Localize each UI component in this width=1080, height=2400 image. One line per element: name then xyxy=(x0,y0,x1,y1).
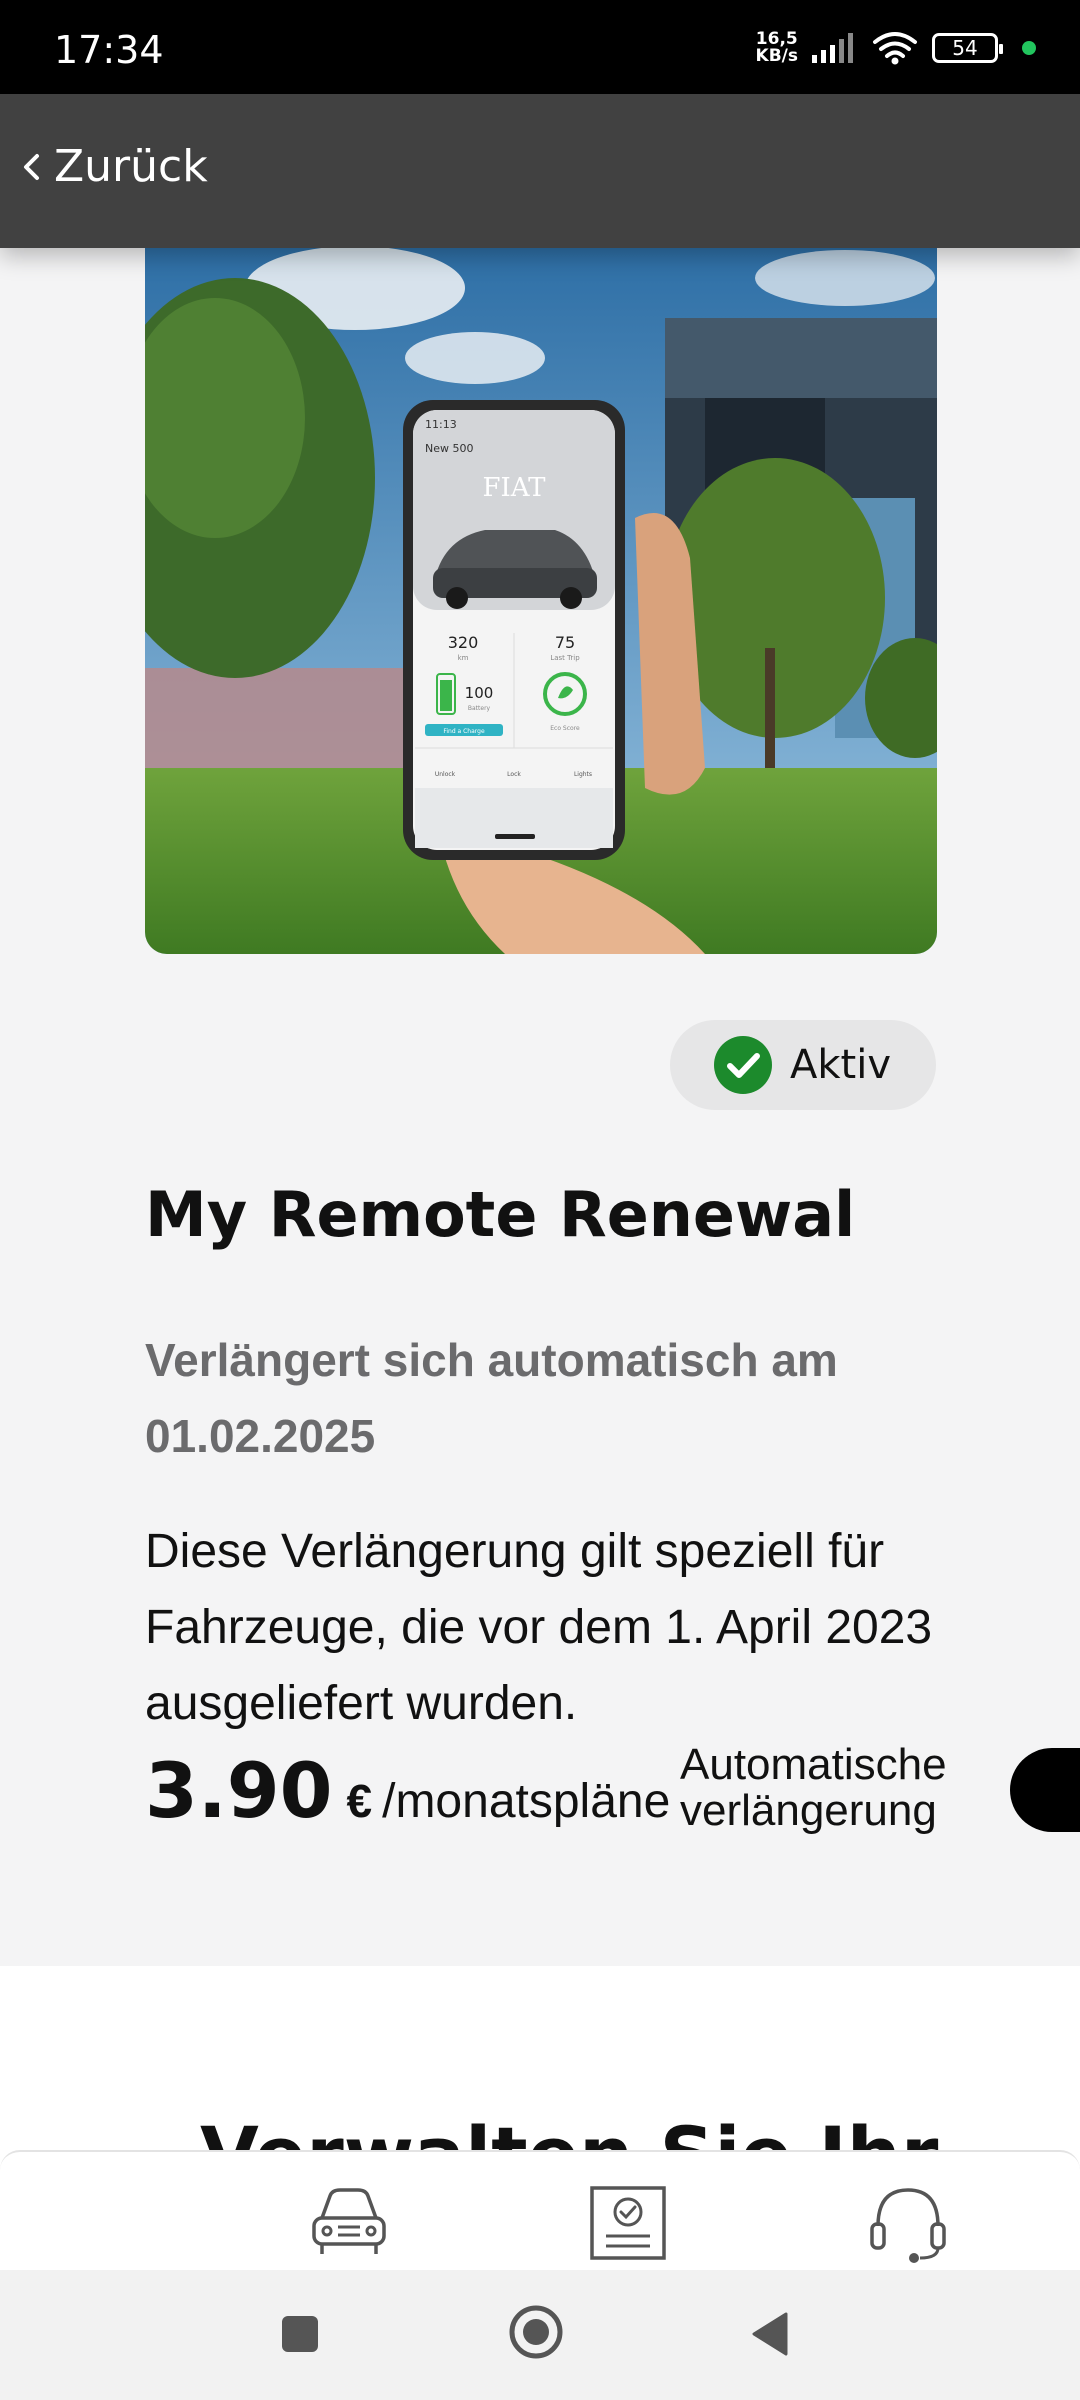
back-triangle-icon xyxy=(752,2312,788,2356)
price-amount: 3.90 xyxy=(145,1746,333,1835)
recents-square-icon xyxy=(282,2316,318,2352)
phone-battery-label: Battery xyxy=(468,705,491,712)
back-button[interactable]: Zurück xyxy=(20,141,208,192)
phone-eco-label: Eco Score xyxy=(550,725,580,732)
renewal-date-text: Verlängert sich automatisch am 01.02.202… xyxy=(145,1334,838,1462)
car-icon xyxy=(312,2188,386,2254)
phone-battery-value: 100 xyxy=(465,684,494,702)
price-period: /monatspläne xyxy=(382,1775,671,1828)
price-currency: € xyxy=(346,1775,373,1827)
status-bar: 17:34 16,5 KB/s 54 xyxy=(0,0,1080,94)
hero-illustration: 11:13 New 500 FIAT 320 km 75 Last Trip 1… xyxy=(145,248,937,954)
chevron-left-icon xyxy=(24,153,39,180)
system-navigation-bar xyxy=(0,2270,1080,2400)
bottom-navigation xyxy=(0,2150,1080,2270)
back-label: Zurück xyxy=(54,141,208,192)
signal-icon xyxy=(812,33,853,63)
phone-stat2-value: 75 xyxy=(555,633,575,652)
phone-find-charge: Find a Charge xyxy=(443,728,485,735)
plan-description: Diese Verlängerung gilt speziell für Fah… xyxy=(145,1525,933,1730)
phone-model: New 500 xyxy=(425,442,474,455)
phone-action-unlock: Unlock xyxy=(435,771,456,778)
status-icons: 16,5 KB/s 54 xyxy=(756,26,1036,70)
phone-time: 11:13 xyxy=(425,418,457,431)
status-label: Aktiv xyxy=(790,1042,891,1088)
status-time: 17:34 xyxy=(54,28,164,72)
wifi-icon xyxy=(873,32,917,65)
nav-item-subscriptions[interactable] xyxy=(588,2184,668,2267)
network-speed: 16,5 KB/s xyxy=(755,29,798,66)
plan-title: My Remote Renewal xyxy=(145,1178,856,1251)
phone-stat1-value: 320 xyxy=(448,633,479,652)
home-circle-icon xyxy=(509,2305,563,2359)
phone-stat1-label: km xyxy=(458,654,469,662)
nav-item-vehicle[interactable] xyxy=(310,2184,388,2265)
privacy-indicator-dot xyxy=(1022,41,1036,55)
subscription-document-icon xyxy=(590,2186,666,2260)
system-back-button[interactable] xyxy=(750,2310,790,2363)
price-row: 3.90 € /monatspläne xyxy=(145,1746,670,1835)
hero-image: 11:13 New 500 FIAT 320 km 75 Last Trip 1… xyxy=(145,248,937,954)
top-app-bar: Zurück xyxy=(0,94,1080,248)
battery-icon: 54 xyxy=(932,33,1003,63)
phone-stat2-label: Last Trip xyxy=(550,654,580,662)
check-circle-icon xyxy=(714,1036,772,1094)
phone-brand: FIAT xyxy=(482,473,546,503)
headset-support-icon xyxy=(870,2188,946,2263)
phone-action-lights: Lights xyxy=(574,771,592,778)
home-button[interactable] xyxy=(508,2304,564,2365)
phone-action-lock: Lock xyxy=(507,771,521,778)
nav-item-support[interactable] xyxy=(868,2184,948,2269)
recents-button[interactable] xyxy=(280,2314,320,2359)
status-badge: Aktiv xyxy=(670,1020,936,1110)
